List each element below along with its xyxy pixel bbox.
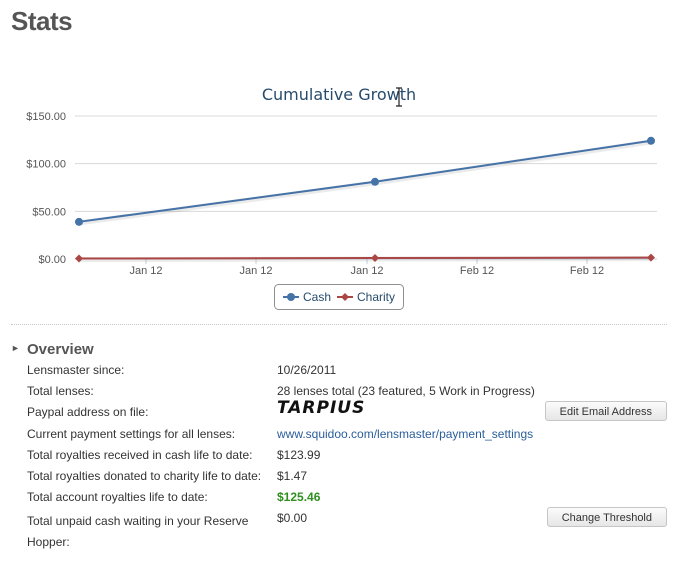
unpaid-cash-label: Total unpaid cash waiting in your Reserv… bbox=[27, 514, 249, 549]
x-tick-label: Feb 12 bbox=[460, 265, 494, 277]
series-line-cash bbox=[78, 139, 652, 223]
cash-royalties-value: $123.99 bbox=[277, 448, 321, 462]
charity-royalties-value: $1.47 bbox=[277, 469, 308, 483]
legend-label: Charity bbox=[357, 290, 395, 304]
legend-label: Cash bbox=[303, 290, 331, 304]
data-point bbox=[647, 136, 655, 145]
unpaid-cash-value: $0.00 bbox=[277, 511, 308, 525]
payment-settings-label: Current payment settings for all lenses: bbox=[27, 427, 236, 441]
overview-heading[interactable]: Overview bbox=[27, 341, 94, 358]
series-line-charity bbox=[78, 256, 652, 260]
y-tick-label: $100.00 bbox=[26, 159, 66, 171]
total-lenses-label: Total lenses: bbox=[27, 384, 94, 398]
change-threshold-button[interactable]: Change Threshold bbox=[546, 507, 667, 527]
data-point bbox=[371, 177, 379, 186]
charity-royalties-label: Total royalties donated to charity life … bbox=[27, 469, 262, 483]
legend-marker bbox=[287, 293, 295, 301]
text-cursor-icon bbox=[396, 87, 402, 107]
x-tick-label: Feb 12 bbox=[570, 265, 604, 277]
cash-royalties-label: Total royalties received in cash life to… bbox=[27, 448, 253, 462]
total-lenses-value: 28 lenses total (23 featured, 5 Work in … bbox=[277, 384, 535, 398]
y-tick-label: $150.00 bbox=[26, 111, 66, 123]
lensmaster-since-label: Lensmaster since: bbox=[27, 363, 125, 377]
y-tick-label: $50.00 bbox=[32, 206, 66, 218]
lensmaster-since-value: 10/26/2011 bbox=[277, 363, 337, 377]
page-title: Stats bbox=[11, 6, 73, 36]
x-tick-label: Jan 12 bbox=[239, 265, 272, 277]
edit-email-address-button[interactable]: Edit Email Address bbox=[544, 401, 667, 421]
paypal-label: Paypal address on file: bbox=[27, 405, 149, 419]
chart-title: Cumulative Growth bbox=[262, 85, 416, 104]
divider bbox=[11, 324, 667, 325]
account-royalties-label: Total account royalties life to date: bbox=[27, 490, 208, 504]
x-tick-label: Jan 12 bbox=[129, 265, 162, 277]
x-tick-label: Jan 12 bbox=[350, 265, 383, 277]
cumulative-growth-chart: Cumulative Growth $0.00 $50.00 $100.00 $150… bbox=[26, 85, 657, 310]
collapse-triangle-icon[interactable]: ► bbox=[11, 343, 20, 353]
paypal-signature-image: TARPIUS bbox=[277, 398, 366, 418]
data-point bbox=[75, 217, 83, 226]
account-royalties-value: $125.46 bbox=[277, 490, 321, 504]
payment-settings-link[interactable]: www.squidoo.com/lensmaster/payment_setti… bbox=[277, 427, 533, 441]
y-tick-label: $0.00 bbox=[38, 254, 66, 266]
